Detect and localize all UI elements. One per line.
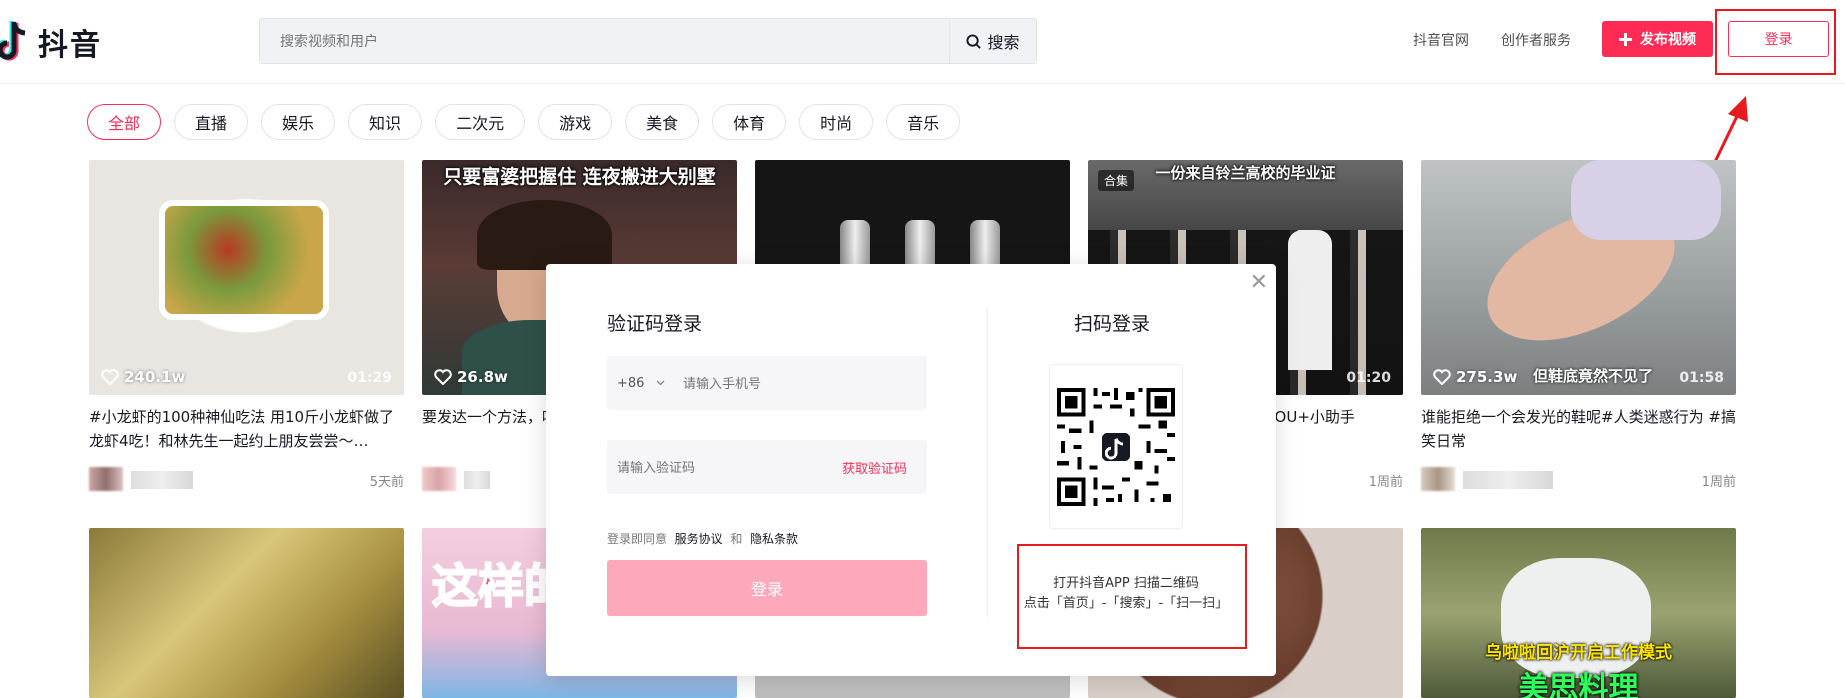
chevron-down-icon: [656, 380, 665, 386]
privacy-terms-link[interactable]: 隐私条款: [750, 532, 798, 546]
video-duration: 01:58: [1679, 370, 1724, 386]
video-meta: 1周前: [1421, 467, 1736, 491]
search-button[interactable]: 搜索: [949, 19, 1036, 63]
plus-icon: [1619, 32, 1632, 46]
avatar[interactable]: [1421, 467, 1455, 491]
phone-input[interactable]: [683, 375, 927, 391]
video-title[interactable]: 谁能拒绝一个会发光的鞋呢#人类迷惑行为 #搞笑日常: [1421, 405, 1736, 453]
video-caption: 只要富婆把握住 连夜搬进大别墅: [443, 166, 716, 188]
qr-code-icon: [1057, 387, 1175, 506]
tab-fashion[interactable]: 时尚: [799, 104, 874, 140]
tab-music[interactable]: 音乐: [886, 104, 961, 140]
code-field: 获取验证码: [607, 440, 927, 494]
tab-anime[interactable]: 二次元: [435, 104, 526, 140]
tab-all[interactable]: 全部: [87, 104, 162, 140]
close-icon[interactable]: ✕: [1250, 270, 1268, 295]
video-card[interactable]: 275.3w 但鞋底竟然不见了 01:58 谁能拒绝一个会发光的鞋呢#人类迷惑行…: [1421, 160, 1736, 491]
login-button[interactable]: 登录: [1728, 21, 1829, 57]
top-header: 抖音 搜索 抖音官网 创作者服务 发布视频 登录: [0, 0, 1845, 84]
service-terms-link[interactable]: 服务协议: [675, 532, 723, 546]
post-time: 1周前: [1368, 475, 1403, 490]
country-code: +86: [617, 375, 645, 391]
phone-field: +86: [607, 356, 927, 410]
publish-video-button[interactable]: 发布视频: [1602, 21, 1713, 57]
post-time: 1周前: [1701, 475, 1736, 490]
get-code-button[interactable]: 获取验证码: [842, 458, 907, 477]
video-card[interactable]: 240.1w 01:29 #小龙虾的100种神仙吃法 用10斤小龙虾做了龙虾4吃…: [89, 160, 404, 491]
tab-live[interactable]: 直播: [174, 104, 249, 140]
video-card[interactable]: 乌啦啦回沪开启工作模式 美思料理: [1421, 528, 1736, 698]
login-modal: ✕ 验证码登录 +86 获取验证码 登录即同意 服务协议 和 隐私条款 登录 扫…: [546, 264, 1276, 676]
post-time: 5天前: [369, 475, 404, 490]
country-code-select[interactable]: +86: [617, 376, 683, 391]
heart-icon: [434, 369, 452, 385]
agreement-text: 登录即同意 服务协议 和 隐私条款: [607, 532, 798, 546]
video-likes: 26.8w: [434, 368, 508, 386]
tab-entertainment[interactable]: 娱乐: [261, 104, 336, 140]
modal-login-button[interactable]: 登录: [607, 560, 927, 616]
video-thumbnail[interactable]: 乌啦啦回沪开启工作模式 美思料理: [1421, 528, 1736, 698]
qr-login-title: 扫码登录: [1074, 313, 1151, 335]
author-name[interactable]: [131, 471, 193, 489]
video-likes: 240.1w: [101, 368, 185, 386]
video-thumbnail[interactable]: 240.1w 01:29: [89, 160, 404, 395]
verification-code-input[interactable]: [617, 459, 842, 475]
douyin-logo[interactable]: 抖音: [0, 18, 102, 66]
video-card[interactable]: [89, 528, 404, 698]
sms-login-title: 验证码登录: [607, 313, 703, 335]
tab-sports[interactable]: 体育: [712, 104, 787, 140]
search-button-label: 搜索: [987, 33, 1020, 52]
qr-hint-line2: 点击「首页」-「搜索」-「扫一扫」: [1023, 596, 1229, 611]
video-meta: 5天前: [89, 467, 404, 491]
nav-creator-service[interactable]: 创作者服务: [1501, 30, 1571, 50]
collection-tag: 合集: [1098, 170, 1135, 191]
video-thumbnail[interactable]: [89, 528, 404, 698]
video-likes: 275.3w: [1433, 368, 1517, 386]
tab-food[interactable]: 美食: [625, 104, 700, 140]
video-duration: 01:29: [347, 370, 392, 386]
search-input[interactable]: [260, 19, 949, 63]
heart-icon: [1433, 369, 1451, 385]
logo-text: 抖音: [38, 28, 102, 63]
video-caption: 一份来自铃兰高校的毕业证: [1155, 164, 1336, 182]
publish-video-label: 发布视频: [1640, 32, 1696, 48]
video-duration: 01:20: [1346, 370, 1391, 386]
modal-divider: [987, 308, 988, 618]
author-name[interactable]: [1463, 471, 1553, 489]
tiktok-note-icon: [0, 21, 26, 61]
author-name[interactable]: [464, 471, 490, 489]
video-caption-large: 美思料理: [1518, 671, 1639, 698]
video-thumbnail[interactable]: 275.3w 但鞋底竟然不见了 01:58: [1421, 160, 1736, 395]
qr-hint-line1: 打开抖音APP 扫描二维码: [1053, 576, 1199, 591]
search-bar: 搜索: [259, 18, 1037, 64]
qr-hint: 打开抖音APP 扫描二维码 点击「首页」-「搜索」-「扫一扫」: [1021, 574, 1231, 614]
tab-games[interactable]: 游戏: [538, 104, 613, 140]
category-tabs: 全部 直播 娱乐 知识 二次元 游戏 美食 体育 时尚 音乐: [87, 104, 961, 140]
tab-knowledge[interactable]: 知识: [348, 104, 423, 140]
video-title[interactable]: #小龙虾的100种神仙吃法 用10斤小龙虾做了龙虾4吃！和林先生一起约上朋友尝尝…: [89, 405, 404, 453]
avatar[interactable]: [422, 467, 456, 491]
search-icon: [966, 33, 982, 49]
qr-code: [1049, 364, 1183, 529]
avatar[interactable]: [89, 467, 123, 491]
nav-official-site[interactable]: 抖音官网: [1413, 30, 1469, 50]
video-caption: 但鞋底竟然不见了: [1533, 367, 1654, 385]
video-caption: 乌啦啦回沪开启工作模式: [1485, 643, 1672, 663]
heart-icon: [101, 369, 119, 385]
